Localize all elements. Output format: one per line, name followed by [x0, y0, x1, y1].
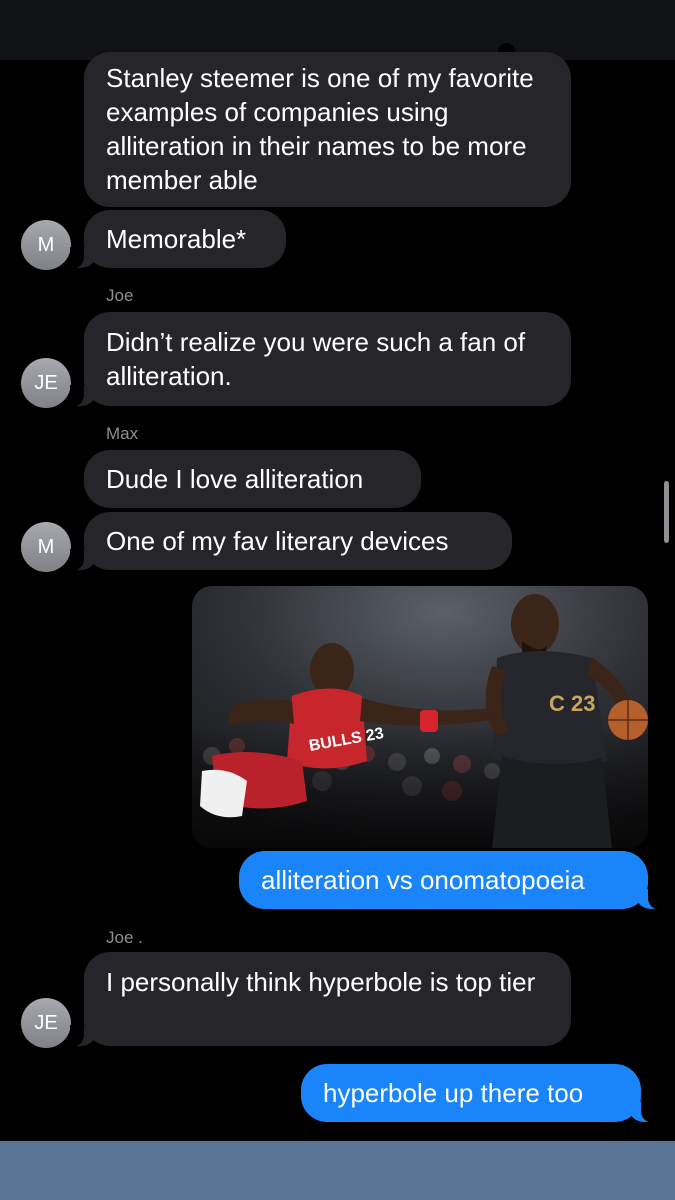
message-text: One of my fav literary devices	[106, 526, 449, 556]
sender-name: Joe .	[106, 928, 143, 947]
avatar-initials: JE	[34, 371, 58, 394]
message-text: hyperbole up there too	[323, 1078, 584, 1108]
message-bubble-incoming[interactable]: One of my fav literary devices	[70, 512, 512, 571]
avatar[interactable]: M	[21, 220, 71, 270]
message-text: Dude I love alliteration	[106, 464, 364, 494]
message-bubble-incoming[interactable]: Didn’t realize you were such a fan of al…	[70, 312, 571, 407]
message-bubble-incoming[interactable]: Dude I love alliteration	[84, 450, 421, 508]
message-text: Stanley steemer is one of my favorite ex…	[106, 63, 534, 195]
sender-name: Max	[106, 424, 139, 443]
message-bubble-outgoing[interactable]: hyperbole up there too	[301, 1064, 655, 1123]
message-bubble-incoming[interactable]: I personally think hyperbole is top tier	[70, 952, 571, 1047]
message-text: Memorable*	[106, 224, 247, 254]
message-bubble-incoming[interactable]: Memorable*	[70, 210, 286, 269]
bottom-bar	[0, 1141, 675, 1200]
message-bubble-outgoing[interactable]: alliteration vs onomatopoeia	[239, 851, 662, 910]
scrollbar[interactable]	[664, 481, 669, 543]
sender-name: Joe	[106, 286, 134, 305]
message-bubble-incoming[interactable]: Stanley steemer is one of my favorite ex…	[84, 52, 571, 207]
avatar[interactable]: JE	[21, 998, 71, 1048]
avatar[interactable]: JE	[21, 358, 71, 408]
basketball-players-photo[interactable]: BULLS 23 C 23	[192, 586, 648, 848]
jersey-right-text: C 23	[549, 691, 595, 716]
status-bar	[0, 0, 675, 60]
avatar-initials: M	[37, 233, 55, 256]
avatar-initials: JE	[34, 1011, 58, 1034]
avatar-initials: M	[37, 535, 55, 558]
message-text: Didn’t realize you were such a fan of al…	[106, 327, 526, 391]
avatar[interactable]: M	[21, 522, 71, 572]
message-text: I personally think hyperbole is top tier	[106, 967, 536, 997]
message-text: alliteration vs onomatopoeia	[261, 865, 585, 895]
